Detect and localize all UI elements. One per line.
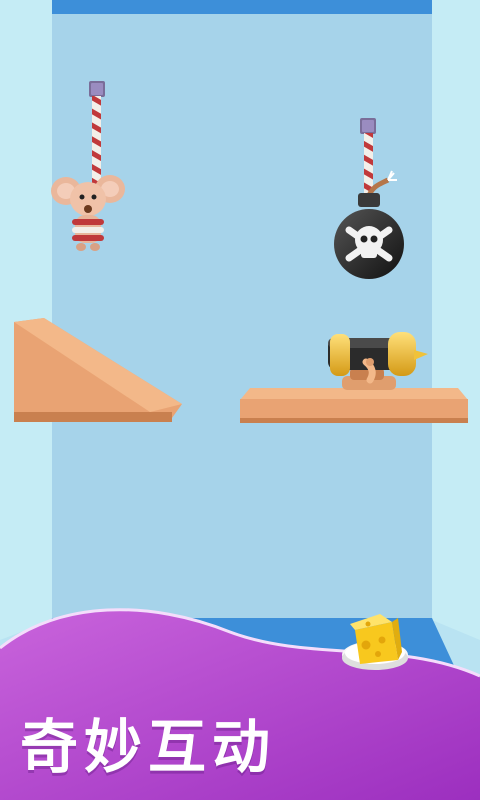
back-wall: [52, 14, 432, 620]
game-scene: [0, 0, 480, 800]
right-wall: [432, 0, 480, 640]
wooden-shelf: [240, 388, 468, 423]
top-ledge: [52, 0, 432, 14]
pin-left[interactable]: [89, 81, 105, 97]
rope-left[interactable]: [92, 96, 101, 192]
rope-right[interactable]: [364, 133, 373, 193]
pin-right[interactable]: [360, 118, 376, 134]
promo-caption: 奇妙互动: [20, 713, 277, 781]
